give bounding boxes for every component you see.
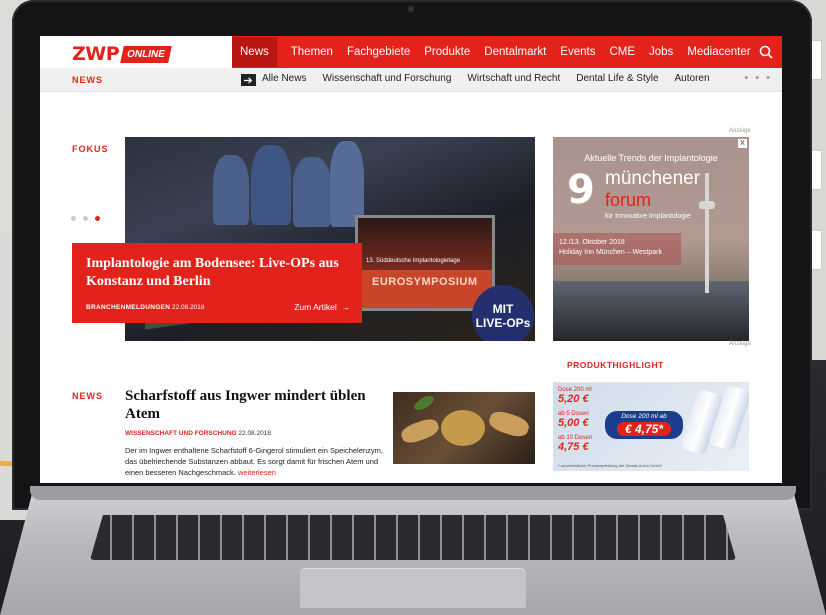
badge-line: LIVE-OPs — [475, 316, 531, 330]
subnav-section-label: NEWS — [72, 75, 103, 85]
live-op-badge: MIT LIVE-OPs — [472, 285, 534, 341]
focus-title[interactable]: Implantologie am Bodensee: Live-OPs aus … — [86, 255, 348, 291]
main-navigation: News Themen Fachgebiete Produkte Dentalmarkt… — [232, 36, 782, 68]
subnav-item-wirtschaft-und-recht[interactable]: Wirtschaft und Recht — [467, 73, 560, 84]
price-badge: Dose 200 ml ab € 4,75* — [605, 411, 683, 439]
price-row: ab 5 Dosen 5,00 € — [558, 411, 589, 429]
ad-date: 12./13. Oktober 2018 — [559, 239, 625, 246]
price-disclaimer: * unverbindliche Preisempfehlung der Den… — [558, 463, 662, 468]
product-advertisement[interactable]: PRODUKTHIGHLIGHT Dose 200 ml 5,20 € ab 5… — [553, 351, 749, 471]
nav-item-themen[interactable]: Themen — [291, 46, 333, 58]
nav-item-news[interactable]: News — [232, 37, 277, 67]
hero-figure — [213, 155, 249, 225]
subnav-item-wissenschaft-und-forschung[interactable]: Wissenschaft und Forschung — [322, 73, 451, 84]
nav-item-dentalmarkt[interactable]: Dentalmarkt — [484, 46, 546, 58]
laptop-trackpad — [300, 568, 526, 608]
subnav-item-alle-news[interactable]: Alle News — [262, 73, 306, 84]
ad-label: Anzeige — [729, 128, 751, 134]
badge-price: € 4,75* — [616, 422, 672, 436]
sign-subtitle: 13. Süddeutsche Implantologietage — [366, 258, 461, 264]
more-menu-button[interactable]: • • • — [744, 72, 772, 84]
ad-tower — [699, 201, 715, 209]
ad-label: Anzeige — [729, 341, 751, 347]
news-meta: WISSENSCHAFT UND FORSCHUNG 22.08.2018 — [125, 430, 271, 437]
ad-name-line2: forum — [605, 190, 652, 210]
site-logo[interactable]: ZWP ONLINE — [72, 43, 172, 65]
carousel-dot[interactable] — [71, 216, 76, 221]
ad-number: 9 — [567, 167, 595, 213]
ad-date-box: 12./13. Oktober 2018 Holiday Inn München… — [553, 233, 681, 265]
news-category[interactable]: WISSENSCHAFT UND FORSCHUNG — [125, 430, 237, 437]
sub-navigation: NEWS Alle News Wissenschaft und Forschung… — [40, 68, 782, 92]
read-more-link[interactable]: weiterlesen — [238, 468, 276, 477]
nav-item-events[interactable]: Events — [560, 46, 595, 58]
focus-date: 22.08.2018 — [172, 304, 205, 311]
news-excerpt: Der im Ingwer enthaltene Scharfstoff 6-G… — [125, 445, 395, 478]
site-header: ZWP ONLINE News Themen Fachgebiete Produkte… — [40, 36, 782, 68]
ad-headline: Aktuelle Trends der Implantologie — [584, 153, 718, 163]
read-article-link[interactable]: Zum Artikel → — [294, 302, 350, 312]
focus-meta: BRANCHENMELDUNGEN 22.08.2018 — [86, 304, 205, 311]
carousel-dot[interactable] — [83, 216, 88, 221]
hero-figure — [251, 145, 291, 225]
subnav-item-dental-life-style[interactable]: Dental Life & Style — [576, 73, 658, 84]
price-value: 5,00 € — [558, 417, 589, 429]
laptop-hinge — [30, 486, 796, 500]
news-section-label: NEWS — [72, 391, 103, 401]
product-offer: Dose 200 ml 5,20 € ab 5 Dosen 5,00 € ab … — [553, 383, 749, 471]
price-row: Dose 200 ml 5,20 € — [558, 387, 592, 405]
nav-item-fachgebiete[interactable]: Fachgebiete — [347, 46, 410, 58]
focus-category: BRANCHENMELDUNGEN — [86, 304, 171, 311]
focus-teaser-box[interactable]: Implantologie am Bodensee: Live-OPs aus … — [72, 243, 362, 323]
focus-section-label: FOKUS — [72, 144, 109, 154]
subnav-item-autoren[interactable]: Autoren — [675, 73, 710, 84]
news-date: 22.08.2018 — [238, 430, 271, 437]
laptop-keyboard — [90, 515, 736, 560]
badge-label: Dose 200 ml ab — [621, 413, 667, 420]
price-value: 5,20 € — [558, 393, 589, 405]
logo-badge: ONLINE — [120, 45, 172, 63]
carousel-indicator — [71, 216, 107, 221]
search-button[interactable] — [750, 36, 782, 68]
nav-item-cme[interactable]: CME — [609, 46, 635, 58]
ad-venue: Holiday Inn München – Westpark — [559, 249, 662, 256]
hero-figure — [293, 157, 331, 227]
nav-item-jobs[interactable]: Jobs — [649, 46, 673, 58]
nav-item-mediacenter[interactable]: Mediacenter — [687, 46, 750, 58]
browser-viewport: ZWP ONLINE News Themen Fachgebiete Produkte… — [40, 36, 782, 483]
subnav-items: Alle News Wissenschaft und Forschung Wirts… — [262, 73, 726, 84]
search-icon — [759, 45, 773, 59]
arrow-right-icon: → — [339, 302, 350, 312]
news-title[interactable]: Scharfstoff aus Ingwer mindert üblen Ate… — [125, 387, 385, 423]
ad-subtitle: für Innovative Implantologie — [605, 213, 691, 220]
price-value: 4,75 € — [558, 441, 589, 453]
price-row: ab 10 Dosen 4,75 € — [558, 435, 592, 453]
camera-icon — [408, 6, 414, 12]
ad-skyline — [553, 281, 749, 341]
sign-title: EUROSYMPOSIUM — [372, 276, 478, 288]
carousel-dot-active[interactable] — [95, 216, 100, 221]
logo-wordmark: ZWP — [72, 43, 120, 65]
subnav-arrow-icon — [241, 74, 256, 86]
ad-tower — [705, 173, 709, 293]
event-advertisement[interactable]: X Aktuelle Trends der Implantologie 9 mü… — [553, 137, 749, 341]
news-image[interactable] — [393, 392, 535, 464]
badge-line: MIT — [492, 302, 514, 316]
hero-sign: 13. Süddeutsche Implantologietage EUROSY… — [355, 215, 495, 311]
product-highlight-header: PRODUKTHIGHLIGHT — [553, 351, 749, 383]
nav-item-produkte[interactable]: Produkte — [424, 46, 470, 58]
read-article-label: Zum Artikel — [294, 302, 337, 312]
close-icon[interactable]: X — [738, 139, 747, 148]
ad-name-line1: münchener — [605, 168, 701, 189]
